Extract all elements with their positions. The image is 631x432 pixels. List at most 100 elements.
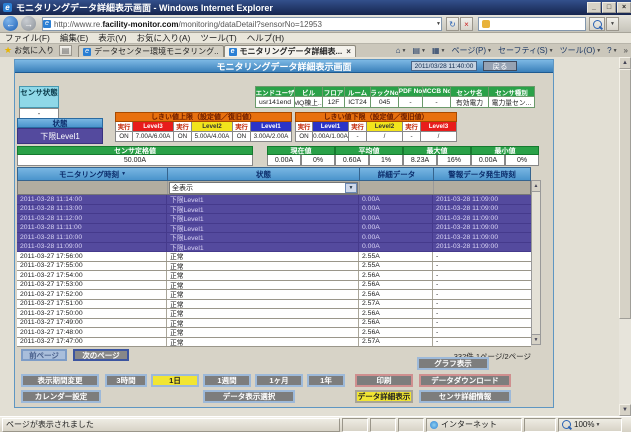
overflow-chevron-icon[interactable]: »: [624, 46, 628, 55]
period-1week-button[interactable]: 1週間: [203, 374, 251, 387]
site-favicon: e: [43, 20, 51, 28]
forward-icon[interactable]: →: [21, 16, 36, 31]
data-detail-button[interactable]: データ詳細表示: [355, 390, 413, 403]
table-row[interactable]: 2011-03-27 17:47:00正常2.57A-: [17, 338, 531, 348]
prev-page-button[interactable]: 前ページ: [21, 349, 67, 361]
addr-buttons: ↻ ×: [445, 17, 473, 31]
search-input[interactable]: [478, 17, 586, 31]
help-icon[interactable]: ?▼: [607, 46, 617, 55]
lower-threshold-table: しきい値下限（設定値／復旧値） 実行 Level1 実行 Level2 実行 L…: [295, 112, 457, 142]
graph-display-button[interactable]: グラフ表示: [417, 357, 489, 370]
stat-min-label: 最小値: [471, 146, 539, 155]
current-time: 2011/03/28 11:40:00: [411, 61, 477, 71]
table-row[interactable]: 2011-03-27 17:52:00正常2.56A-: [17, 290, 531, 300]
menu-edit[interactable]: 編集(E): [60, 32, 88, 44]
print-icon[interactable]: ▦▼: [432, 46, 446, 55]
menu-tools[interactable]: ツール(T): [200, 32, 236, 44]
table-row[interactable]: 2011-03-28 11:14:00下限Level10.00A2011-03-…: [17, 195, 531, 205]
table-row[interactable]: 2011-03-28 11:09:00下限Level10.00A2011-03-…: [17, 243, 531, 253]
menu-favorites[interactable]: お気に入り(A): [137, 32, 191, 44]
table-header-row: モニタリング時刻 ▼ 状態 詳細データ 警報データ発生時刻: [17, 167, 531, 181]
zoom-icon: [562, 420, 571, 429]
col-building: ビル: [295, 86, 323, 97]
rated-label: センサ定格値: [17, 146, 253, 155]
sensor-detail-button[interactable]: センサ詳細情報: [419, 390, 511, 403]
period-1day-button[interactable]: 1日: [151, 374, 199, 387]
menu-view[interactable]: 表示(V): [98, 32, 126, 44]
combo-arrow-icon[interactable]: ▼: [345, 183, 357, 193]
home-icon[interactable]: ⌂▼: [396, 46, 407, 55]
header-status[interactable]: 状態: [168, 168, 360, 180]
favorites-star-icon[interactable]: ★: [4, 45, 12, 56]
rated-value-box: センサ定格値 50.00A: [17, 146, 253, 166]
page-menu[interactable]: ページ(P)▼: [451, 45, 491, 56]
table-row[interactable]: 2011-03-27 17:55:00正常2.55A-: [17, 262, 531, 272]
header-alarm[interactable]: 警報データ発生時刻: [434, 168, 530, 180]
tab-monitoring-detail[interactable]: e モニタリングデータ詳細表... ×: [224, 45, 356, 58]
table-row[interactable]: 2011-03-27 17:48:00正常2.56A-: [17, 328, 531, 338]
status-filter-select[interactable]: 全表示 ▼: [169, 182, 358, 194]
table-row[interactable]: 2011-03-28 11:11:00下限Level10.00A2011-03-…: [17, 224, 531, 234]
upper-threshold-table: しきい値上限（設定値／復旧値） 実行 Level3 実行 Level2 実行 L…: [115, 112, 292, 142]
tab-close-icon[interactable]: ×: [346, 47, 351, 56]
next-page-button[interactable]: 次のページ: [73, 349, 129, 361]
table-row[interactable]: 2011-03-27 17:54:00正常2.56A-: [17, 271, 531, 281]
menu-file[interactable]: ファイル(F): [5, 32, 50, 44]
print-button[interactable]: 印刷: [355, 374, 413, 387]
command-bar: ⌂▼ ▤▼ ▦▼ ページ(P)▼ セーフティ(S)▼ ツール(O)▼ ?▼ »: [393, 45, 631, 56]
table-row[interactable]: 2011-03-27 17:49:00正常2.56A-: [17, 319, 531, 329]
table-row[interactable]: 2011-03-27 17:53:00正常2.56A-: [17, 281, 531, 291]
scroll-down-icon[interactable]: ▼: [619, 404, 631, 416]
data-display-select-button[interactable]: データ表示選択: [203, 390, 295, 403]
scrollbar-thumb[interactable]: [619, 69, 631, 319]
period-1month-button[interactable]: 1ヶ月: [255, 374, 303, 387]
table-row[interactable]: 2011-03-27 17:56:00正常2.55A-: [17, 252, 531, 262]
search-dropdown-icon[interactable]: ▼: [606, 17, 619, 31]
back-icon[interactable]: ←: [3, 16, 18, 31]
tab-favicon: e: [83, 48, 91, 56]
table-scroll-up-icon[interactable]: ▲: [532, 181, 540, 192]
status-bar: ページが表示されました インターネット 100% ▼: [0, 416, 631, 432]
page-title: モニタリングデータ詳細表示画面: [216, 60, 351, 73]
table-row[interactable]: 2011-03-27 17:50:00正常2.56A-: [17, 309, 531, 319]
header-detail[interactable]: 詳細データ: [360, 168, 434, 180]
upper-threshold-title: しきい値上限（設定値／復旧値）: [115, 112, 292, 122]
header-time[interactable]: モニタリング時刻 ▼: [18, 168, 168, 180]
table-scrollbar[interactable]: ▲ ▼: [531, 180, 541, 345]
period-3h-button[interactable]: 3時間: [105, 374, 147, 387]
period-1year-button[interactable]: 1年: [307, 374, 345, 387]
url-input[interactable]: e http://www.re.facility-monitor.com/mon…: [42, 17, 442, 31]
col-sensor-type: センサ種別: [489, 86, 535, 97]
stat-avg-label: 平均値: [335, 146, 403, 155]
scroll-up-icon[interactable]: ▲: [619, 57, 631, 69]
menu-help[interactable]: ヘルプ(H): [247, 32, 284, 44]
add-favorite-icon[interactable]: ▤: [59, 45, 72, 56]
security-zone: インターネット: [426, 418, 522, 432]
maximize-button[interactable]: □: [602, 2, 616, 13]
feeds-icon[interactable]: ▤▼: [412, 46, 426, 55]
table-row[interactable]: 2011-03-27 17:51:00正常2.57A-: [17, 300, 531, 310]
data-download-button[interactable]: データダウンロード: [419, 374, 511, 387]
url-text: http://www.re.facility-monitor.com/monit…: [54, 20, 322, 29]
search-icon[interactable]: [589, 17, 605, 31]
stop-icon[interactable]: ×: [460, 17, 473, 31]
browser-scrollbar[interactable]: ▲ ▼: [619, 57, 631, 416]
refresh-icon[interactable]: ↻: [446, 17, 459, 31]
table-scroll-down-icon[interactable]: ▼: [532, 334, 540, 344]
period-change-button[interactable]: 表示期間変更: [21, 374, 99, 387]
sensor-info-value-row: usr141end MQ棟上... 12F ICT24 045 - - 有効電力…: [255, 97, 535, 108]
calendar-setting-button[interactable]: カレンダー設定: [21, 390, 101, 403]
col-rack: ラックNo: [371, 86, 399, 97]
minimize-button[interactable]: _: [587, 2, 601, 13]
table-row[interactable]: 2011-03-28 11:10:00下限Level10.00A2011-03-…: [17, 233, 531, 243]
return-button[interactable]: 戻る: [483, 61, 517, 71]
url-dropdown-icon[interactable]: ▼: [436, 21, 441, 27]
table-row[interactable]: 2011-03-28 11:12:00下限Level10.00A2011-03-…: [17, 214, 531, 224]
tools-menu[interactable]: ツール(O)▼: [560, 45, 602, 56]
tab-datacenter[interactable]: e データセンター環境モニタリング..: [78, 45, 223, 58]
safety-menu[interactable]: セーフティ(S)▼: [498, 45, 554, 56]
close-button[interactable]: ×: [617, 2, 631, 13]
favorites-button[interactable]: お気に入り: [14, 45, 54, 56]
zoom-control[interactable]: 100% ▼: [558, 418, 622, 432]
table-row[interactable]: 2011-03-28 11:13:00下限Level10.00A2011-03-…: [17, 205, 531, 215]
